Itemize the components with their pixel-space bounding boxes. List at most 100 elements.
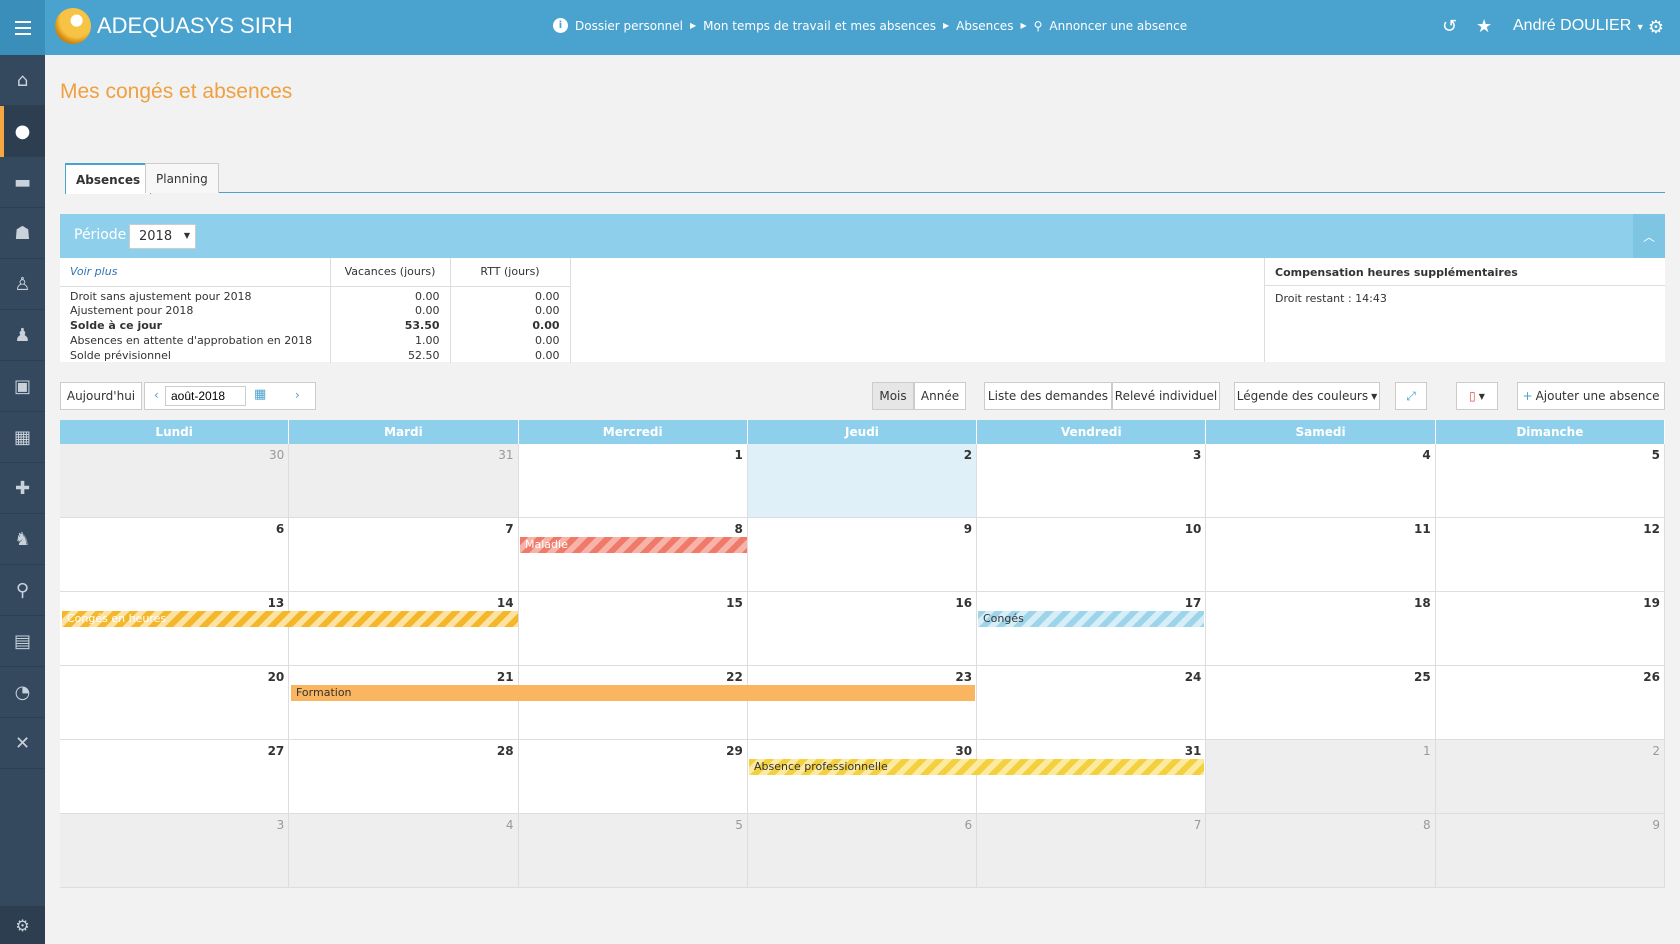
calendar-day[interactable]: 10	[977, 518, 1207, 591]
calendar-day[interactable]: 15	[518, 592, 748, 665]
event-formation[interactable]: Formation	[291, 685, 975, 701]
sidebar-item-personal[interactable]: ●	[0, 106, 45, 157]
top-bar: ADEQUASYS SIRH i Dossier personnel ▶ Mon…	[0, 0, 1680, 55]
calendar-day[interactable]: 3	[977, 444, 1207, 517]
calendar-day[interactable]: 9	[1435, 814, 1665, 887]
calendar-day[interactable]: 5	[518, 814, 748, 887]
today-button[interactable]: Aujourd'hui	[60, 382, 142, 410]
voir-plus-link[interactable]: Voir plus	[60, 258, 331, 287]
sidebar-item-medical[interactable]: ✚	[0, 463, 45, 514]
app-logo[interactable]: ADEQUASYS SIRH	[55, 8, 293, 44]
calendar-day-today[interactable]: 2	[747, 444, 978, 517]
sidebar-item-building[interactable]: ▦	[0, 412, 45, 463]
summary-table: Voir plus Vacances (jours) RTT (jours) D…	[60, 258, 571, 363]
menu-toggle-button[interactable]	[0, 0, 45, 55]
calendar-day[interactable]: 22	[518, 666, 748, 739]
tab-bar: Absences Planning	[65, 163, 1665, 194]
sidebar-item-org[interactable]: ♙	[0, 259, 45, 310]
calendar-day[interactable]: 23	[747, 666, 978, 739]
sidebar-item-folder[interactable]: ▬	[0, 157, 45, 208]
calendar-day[interactable]: 30	[60, 444, 290, 517]
star-icon[interactable]: ★	[1476, 16, 1492, 37]
calendar-day[interactable]: 16	[747, 592, 978, 665]
fullscreen-button[interactable]: ⤢	[1395, 382, 1427, 410]
sidebar-item-recruit[interactable]: ♞	[0, 514, 45, 565]
caret-right-icon: ▶	[690, 21, 697, 30]
calendar-day[interactable]: 7	[977, 814, 1207, 887]
calendar-day[interactable]: 18	[1206, 592, 1436, 665]
calendar-day[interactable]: 24	[977, 666, 1207, 739]
individual-report-button[interactable]: Relevé individuel	[1112, 382, 1220, 410]
calendar-day[interactable]: 30	[747, 740, 978, 813]
pdf-export-button[interactable]: ▯ ▼	[1456, 382, 1498, 410]
calendar-day[interactable]: 9	[747, 518, 978, 591]
calendar-day[interactable]: 6	[747, 814, 978, 887]
user-menu[interactable]: André DOULIER ▼	[1513, 17, 1645, 35]
calendar-day[interactable]: 8	[1206, 814, 1436, 887]
event-absence-professionnelle[interactable]: Absence professionnelle	[749, 759, 1204, 775]
calendar-day[interactable]: 2	[1435, 740, 1665, 813]
request-list-button[interactable]: Liste des demandes	[984, 382, 1112, 410]
calendar-day[interactable]: 1	[1206, 740, 1436, 813]
sidebar-item-home[interactable]: ⌂	[0, 55, 45, 106]
calendar-day[interactable]: 6	[60, 518, 290, 591]
history-icon[interactable]: ↺	[1442, 16, 1457, 37]
chevron-left-icon[interactable]: ‹	[154, 388, 159, 402]
settings-gear-button[interactable]: ⚙	[1632, 0, 1680, 55]
sidebar-settings-button[interactable]: ⚙	[0, 906, 45, 944]
view-year-button[interactable]: Année	[914, 382, 966, 410]
calendar-day[interactable]: 20	[60, 666, 290, 739]
calendar-day[interactable]: 31	[977, 740, 1207, 813]
sidebar-item-tools[interactable]: ✕	[0, 718, 45, 769]
sidebar-item-hierarchy[interactable]: ♟	[0, 310, 45, 361]
calendar-icon[interactable]: ▦	[254, 387, 266, 402]
event-conges[interactable]: Congés	[978, 611, 1204, 627]
calendar-day[interactable]: 11	[1206, 518, 1436, 591]
breadcrumb-item[interactable]: Absences	[956, 19, 1013, 33]
collapse-button[interactable]: ︿	[1633, 214, 1665, 258]
map-marker-icon: ⚲	[1033, 18, 1043, 33]
sidebar-item-search[interactable]: ⚲	[0, 565, 45, 616]
event-conges-heures[interactable]: Congés en heures	[62, 611, 518, 627]
tab-absences[interactable]: Absences	[65, 163, 152, 194]
calendar-day[interactable]: 19	[1435, 592, 1665, 665]
calendar-day[interactable]: 1	[518, 444, 748, 517]
tab-planning[interactable]: Planning	[145, 163, 219, 193]
chevron-right-icon[interactable]: ›	[295, 388, 300, 402]
calendar-day[interactable]: 7	[289, 518, 519, 591]
calendar-day[interactable]: 21	[289, 666, 519, 739]
calendar-day[interactable]: 31	[289, 444, 519, 517]
calendar-day[interactable]: 28	[289, 740, 519, 813]
day-number: 11	[1413, 522, 1431, 536]
add-absence-button[interactable]: + Ajouter une absence	[1517, 382, 1665, 410]
calendar-day[interactable]: 4	[289, 814, 519, 887]
calendar-day[interactable]: 29	[518, 740, 748, 813]
calendar-day[interactable]: 8	[518, 518, 748, 591]
day-number: 26	[1643, 670, 1660, 684]
calendar-day[interactable]: 25	[1206, 666, 1436, 739]
breadcrumb-item[interactable]: Dossier personnel	[575, 19, 683, 33]
calendar-day[interactable]: 12	[1435, 518, 1665, 591]
caret-down-icon: ▼	[1478, 391, 1485, 401]
briefcase-icon: ▤	[13, 630, 31, 652]
breadcrumb-item[interactable]: Mon temps de travail et mes absences	[703, 19, 936, 33]
calendar-day[interactable]: 26	[1435, 666, 1665, 739]
calendar-day[interactable]: 4	[1206, 444, 1436, 517]
calendar-day[interactable]: 27	[60, 740, 290, 813]
sidebar-item-briefcase[interactable]: ▤	[0, 616, 45, 667]
calendar-day[interactable]: 14	[289, 592, 519, 665]
periode-select[interactable]: 2018	[129, 224, 196, 249]
color-legend-button[interactable]: Légende des couleurs ▼	[1234, 382, 1380, 410]
sidebar-item-team[interactable]: ☗	[0, 208, 45, 259]
day-number: 8	[734, 522, 743, 536]
view-month-button[interactable]: Mois	[872, 382, 914, 410]
rtt-value: 0.00	[450, 317, 571, 333]
sidebar-item-reports[interactable]: ◔	[0, 667, 45, 718]
calendar-day[interactable]: 13	[60, 592, 290, 665]
calendar-day[interactable]: 17	[977, 592, 1207, 665]
calendar-day[interactable]: 5	[1435, 444, 1665, 517]
date-input[interactable]	[165, 386, 246, 406]
sidebar-item-training[interactable]: ▣	[0, 361, 45, 412]
event-maladie[interactable]: Maladie	[520, 537, 747, 553]
calendar-day[interactable]: 3	[60, 814, 290, 887]
